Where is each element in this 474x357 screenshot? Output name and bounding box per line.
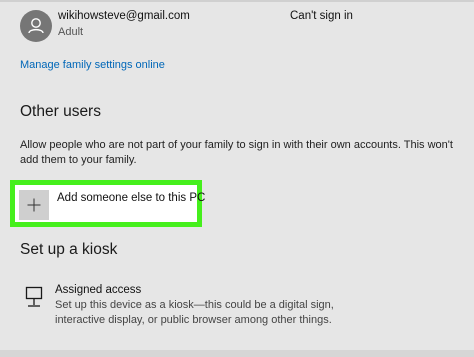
kiosk-heading: Set up a kiosk	[20, 241, 118, 258]
bottom-divider	[0, 350, 474, 357]
manage-family-settings-link[interactable]: Manage family settings online	[20, 59, 165, 71]
plus-icon	[27, 198, 41, 212]
other-users-heading: Other users	[20, 103, 101, 120]
add-someone-else-label: Add someone else to this PC	[57, 192, 206, 204]
member-status: Can't sign in	[290, 10, 353, 22]
other-users-description: Allow people who are not part of your fa…	[20, 139, 453, 166]
assigned-access-title: Assigned access	[55, 284, 142, 296]
settings-page: wikihowsteve@gmail.com Adult Can't sign …	[0, 0, 474, 357]
plus-icon-box	[19, 190, 49, 220]
top-divider	[0, 0, 474, 2]
avatar	[20, 10, 52, 42]
member-email: wikihowsteve@gmail.com	[58, 10, 190, 22]
add-someone-else-button[interactable]: Add someone else to this PC	[14, 186, 205, 222]
person-icon	[28, 18, 44, 34]
assigned-access-item[interactable]: Assigned access Set up this device as a …	[20, 282, 460, 332]
kiosk-icon	[24, 286, 44, 308]
assigned-access-description: Set up this device as a kiosk—this could…	[55, 299, 334, 326]
family-member-row[interactable]: wikihowsteve@gmail.com Adult Can't sign …	[20, 8, 460, 44]
member-role: Adult	[58, 26, 84, 38]
